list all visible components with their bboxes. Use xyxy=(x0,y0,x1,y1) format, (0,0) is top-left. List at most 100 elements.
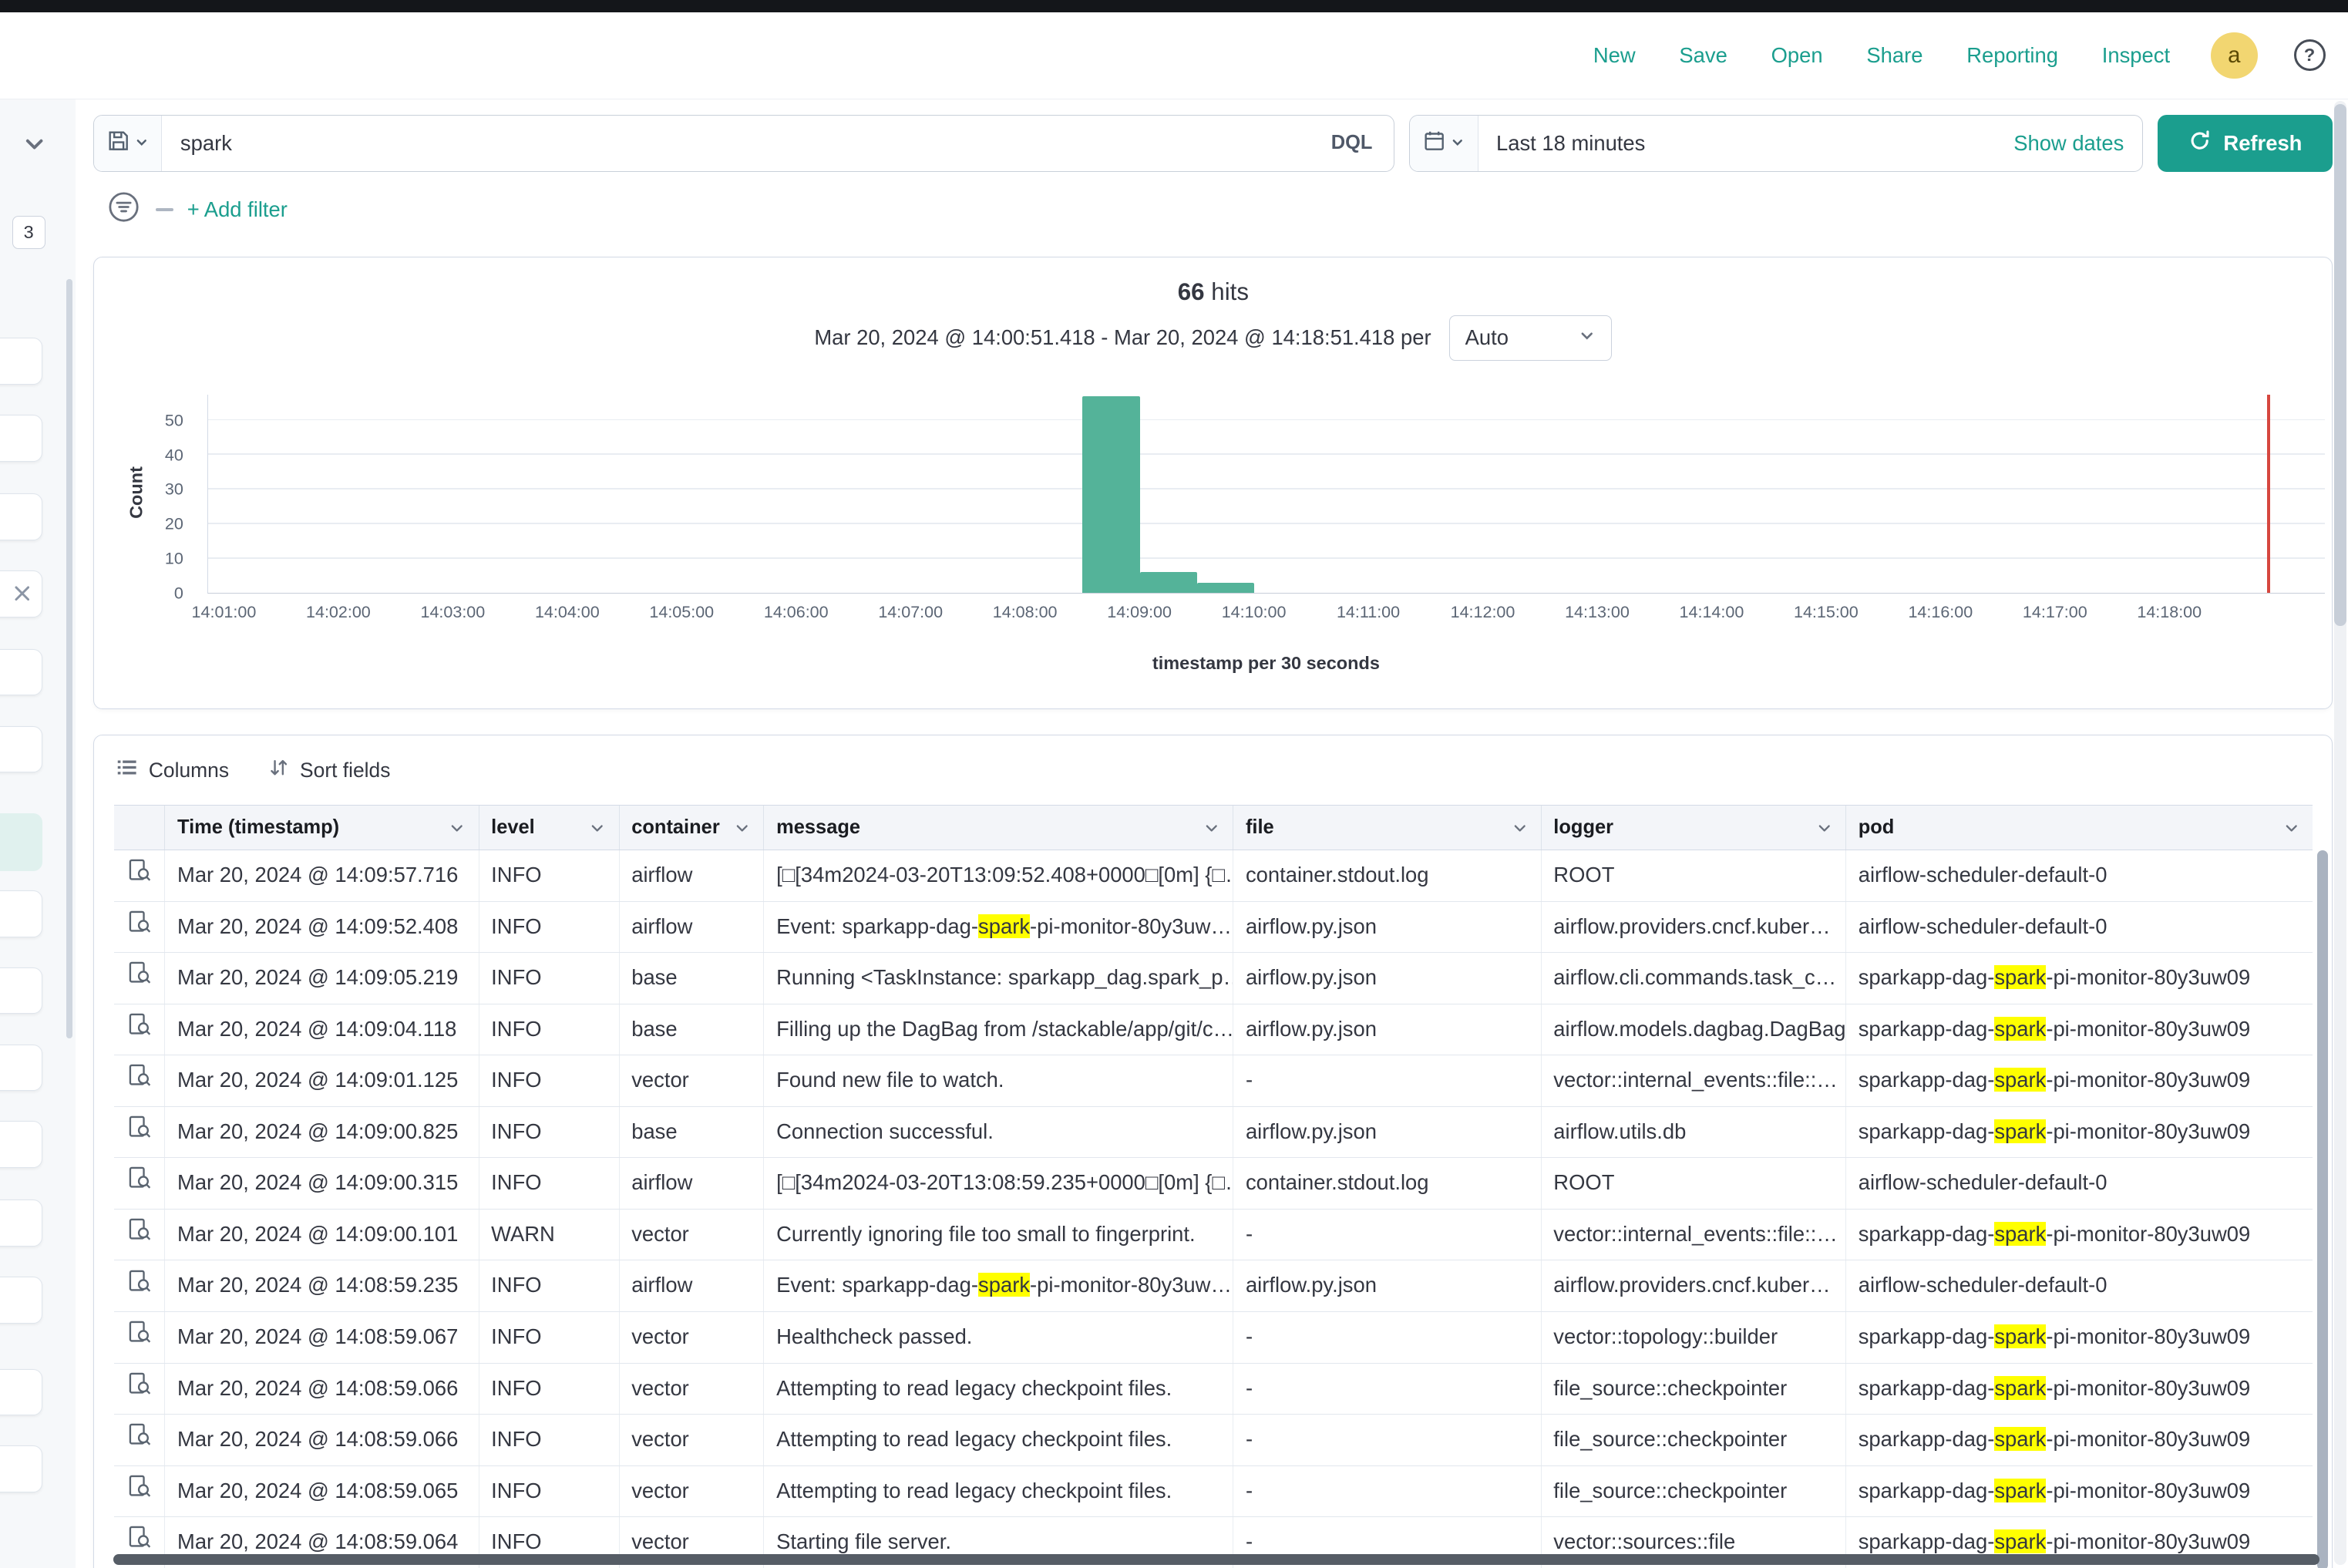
cell-level: INFO xyxy=(479,850,620,901)
inspect-document-icon xyxy=(127,1466,151,1516)
columns-button[interactable]: Columns xyxy=(116,756,229,784)
nav-reporting[interactable]: Reporting xyxy=(1966,43,2058,68)
field-card-partial[interactable] xyxy=(0,1200,42,1247)
expand-document-button[interactable] xyxy=(114,1107,166,1158)
nav-new[interactable]: New xyxy=(1593,43,1636,68)
cell-pod: airflow-scheduler-default-0 xyxy=(1846,850,2313,901)
cell-level: INFO xyxy=(479,1055,620,1106)
column-menu-caret-icon[interactable] xyxy=(1511,819,1529,836)
column-menu-caret-icon[interactable] xyxy=(733,819,751,836)
column-menu-caret-icon[interactable] xyxy=(1815,819,1833,836)
expand-document-button[interactable] xyxy=(114,1260,166,1311)
field-card-partial[interactable] xyxy=(0,493,42,540)
column-header-time-timestamp[interactable]: Time (timestamp) xyxy=(165,806,479,850)
expand-document-button[interactable] xyxy=(114,1415,166,1465)
field-card-partial[interactable] xyxy=(0,649,42,696)
cell-pod: airflow-scheduler-default-0 xyxy=(1846,902,2313,953)
field-card-partial[interactable] xyxy=(0,726,42,773)
histogram-bar[interactable] xyxy=(1140,572,1197,593)
cell-file: airflow.py.json xyxy=(1233,1107,1541,1158)
expand-document-button[interactable] xyxy=(114,1055,166,1106)
horizontal-scrollbar[interactable] xyxy=(113,1554,2319,1565)
search-highlight: spark xyxy=(1994,1017,2046,1041)
field-card-partial[interactable] xyxy=(0,1445,42,1492)
column-header-logger[interactable]: logger xyxy=(1542,806,1846,850)
table-row: Mar 20, 2024 @ 14:09:52.408INFOairflowEv… xyxy=(114,902,2313,954)
expand-document-button[interactable] xyxy=(114,1312,166,1363)
filter-icon[interactable] xyxy=(107,190,140,229)
refresh-button[interactable]: Refresh xyxy=(2158,115,2333,172)
nav-share[interactable]: Share xyxy=(1866,43,1922,68)
saved-query-menu-button[interactable] xyxy=(94,116,162,171)
x-tick-label: 14:12:00 xyxy=(1451,603,1515,622)
nav-save[interactable]: Save xyxy=(1679,43,1727,68)
column-menu-caret-icon[interactable] xyxy=(1203,819,1220,836)
cell-pod: sparkapp-dag-spark-pi-monitor-80y3uw09 xyxy=(1846,1055,2313,1106)
date-picker: Last 18 minutes Show dates xyxy=(1409,115,2142,172)
field-card-partial[interactable] xyxy=(0,890,42,937)
results-table-panel: Columns Sort fields Time (timestamp)leve… xyxy=(93,735,2333,1568)
cell-logger: airflow.utils.db xyxy=(1542,1107,1846,1158)
expand-document-button[interactable] xyxy=(114,902,166,953)
column-menu-caret-icon[interactable] xyxy=(448,819,466,836)
field-card-partial[interactable] xyxy=(0,415,42,462)
sidebar-toggle-button[interactable] xyxy=(15,126,55,166)
column-header-container[interactable]: container xyxy=(620,806,765,850)
cell-time: Mar 20, 2024 @ 14:09:57.716 xyxy=(165,850,479,901)
table-scrollbar[interactable] xyxy=(2317,850,2328,1568)
sidebar-count-badge: 3 xyxy=(12,216,45,249)
search-input[interactable] xyxy=(162,116,1310,171)
column-menu-caret-icon[interactable] xyxy=(588,819,606,836)
time-range-value[interactable]: Last 18 minutes xyxy=(1478,116,1996,171)
interval-select[interactable]: Auto xyxy=(1449,315,1612,361)
page-scrollbar-thumb[interactable] xyxy=(2334,104,2346,626)
cell-container: vector xyxy=(620,1364,765,1415)
page-scrollbar[interactable] xyxy=(2334,101,2346,1565)
table-row: Mar 20, 2024 @ 14:09:00.825INFObaseConne… xyxy=(114,1107,2313,1159)
query-language-button[interactable]: DQL xyxy=(1310,116,1394,171)
field-card-partial[interactable] xyxy=(0,1277,42,1324)
x-tick-label: 14:07:00 xyxy=(878,603,943,622)
cell-level: INFO xyxy=(479,1415,620,1465)
gridline xyxy=(208,488,2325,490)
hits-time-range: Mar 20, 2024 @ 14:00:51.418 - Mar 20, 20… xyxy=(814,325,1431,350)
expand-document-button[interactable] xyxy=(114,850,166,901)
expand-document-button[interactable] xyxy=(114,1158,166,1209)
field-card-partial[interactable] xyxy=(0,1121,42,1168)
histogram-bar[interactable] xyxy=(1082,396,1139,593)
nav-open[interactable]: Open xyxy=(1771,43,1823,68)
cell-container: vector xyxy=(620,1055,765,1106)
field-card-partial[interactable] xyxy=(0,967,42,1014)
field-card-partial[interactable] xyxy=(0,338,42,385)
field-card-partial[interactable] xyxy=(0,1045,42,1092)
help-icon[interactable]: ? xyxy=(2294,39,2326,71)
nav-inspect[interactable]: Inspect xyxy=(2102,43,2170,68)
expand-document-button[interactable] xyxy=(114,1364,166,1415)
column-menu-caret-icon[interactable] xyxy=(2282,819,2300,836)
avatar[interactable]: a xyxy=(2211,32,2258,79)
field-card-partial[interactable] xyxy=(0,570,42,617)
date-quick-menu-button[interactable] xyxy=(1410,116,1478,171)
cell-level: INFO xyxy=(479,902,620,953)
hits-label: hits xyxy=(1211,278,1249,305)
column-header-level[interactable]: level xyxy=(479,806,620,850)
column-header-pod[interactable]: pod xyxy=(1846,806,2313,850)
histogram-bar[interactable] xyxy=(1197,583,1254,593)
cell-container: vector xyxy=(620,1210,765,1260)
expand-document-button[interactable] xyxy=(114,1004,166,1055)
cell-message: Attempting to read legacy checkpoint fil… xyxy=(764,1415,1233,1465)
sidebar-scrollbar[interactable] xyxy=(66,279,72,1038)
cell-message: Healthcheck passed. xyxy=(764,1312,1233,1363)
show-dates-button[interactable]: Show dates xyxy=(1996,116,2142,171)
sort-fields-button[interactable]: Sort fields xyxy=(268,757,391,783)
add-filter-button[interactable]: + Add filter xyxy=(187,197,288,222)
column-header-message[interactable]: message xyxy=(764,806,1233,850)
expand-document-button[interactable] xyxy=(114,1466,166,1517)
column-header-file[interactable]: file xyxy=(1233,806,1541,850)
cell-logger: airflow.models.dagbag.DagBag xyxy=(1542,1004,1846,1055)
expand-document-button[interactable] xyxy=(114,1210,166,1260)
field-card-partial[interactable] xyxy=(0,1369,42,1416)
close-icon[interactable] xyxy=(15,581,30,606)
cell-message: Attempting to read legacy checkpoint fil… xyxy=(764,1364,1233,1415)
expand-document-button[interactable] xyxy=(114,953,166,1004)
